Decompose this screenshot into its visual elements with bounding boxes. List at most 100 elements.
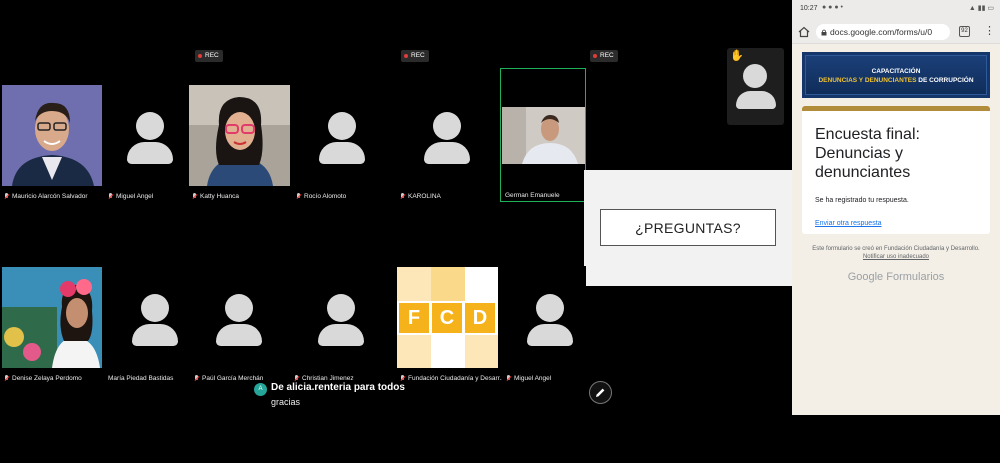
rec-dot-icon — [198, 54, 202, 58]
avatar-placeholder-body — [216, 324, 262, 346]
url-text: docs.google.com/forms/u/0 — [830, 27, 933, 37]
pencil-icon — [596, 388, 605, 397]
avatar-placeholder-icon — [327, 294, 355, 322]
mic-muted-icon — [192, 193, 197, 200]
mic-muted-icon — [108, 193, 113, 200]
participant-photo-art — [189, 85, 290, 186]
participant-name: Denise Zelaya Perdomo — [4, 375, 82, 382]
participant-name: Christian Jimenez — [294, 375, 354, 382]
participant-tile[interactable]: María Piedad Bastidas — [104, 266, 190, 384]
banner-highlight: DENUNCIAS Y DENUNCIANTES — [818, 77, 917, 84]
mic-muted-icon — [294, 375, 299, 382]
fcd-letter: C — [439, 307, 455, 329]
banner-title-bottom: DENUNCIAS Y DENUNCIANTES DE CORRUPCIÓN — [806, 77, 986, 84]
raised-hand-tile[interactable]: ✋ — [727, 48, 784, 125]
participant-name: Rocío Alomoto — [296, 193, 346, 200]
participant-tile[interactable]: Paúl García Merchán — [190, 266, 290, 384]
rec-badge: REC — [195, 50, 223, 62]
participant-tile[interactable]: Christian Jimenez — [290, 266, 394, 384]
address-bar[interactable]: docs.google.com/forms/u/0 — [816, 24, 950, 40]
rec-dot-icon — [404, 54, 408, 58]
mic-muted-icon — [4, 375, 9, 382]
more-menu-icon[interactable]: ⋮ — [984, 24, 995, 38]
notification-icons: ● ● ● • — [822, 4, 843, 11]
tabs-count-icon[interactable]: 92 — [959, 26, 970, 37]
browser-toolbar: docs.google.com/forms/u/0 92 ⋮ — [792, 20, 1000, 44]
participant-tile[interactable]: Mauricio Alarcón Salvador — [0, 84, 104, 202]
participant-name: Fundación Ciudadanía y Desarr... — [400, 375, 505, 382]
participant-name: Katty Huanca — [192, 193, 239, 200]
participant-tile[interactable]: Katty Huanca — [188, 84, 292, 202]
rec-dot-icon — [593, 54, 597, 58]
participant-tile[interactable]: Miguel Angel — [104, 84, 190, 202]
participant-tile[interactable]: Miguel Angel — [502, 266, 586, 384]
avatar-placeholder-icon — [328, 112, 356, 140]
banner-title-top: CAPACITACIÓN — [871, 68, 921, 75]
participant-name: Miguel Angel — [108, 193, 153, 200]
rec-badge: REC — [590, 50, 618, 62]
avatar-placeholder-body — [424, 142, 470, 164]
mic-muted-icon — [400, 375, 405, 382]
mic-muted-icon — [194, 375, 199, 382]
home-icon[interactable] — [798, 26, 810, 38]
participant-photo-art — [502, 107, 585, 164]
participant-photo — [2, 267, 102, 368]
avatar-placeholder-icon — [743, 64, 767, 88]
participant-photo-art — [2, 85, 102, 186]
status-bar: 10:27 ● ● ● • ▲ ▮▮ ▭ — [792, 0, 1000, 20]
avatar-placeholder-body — [132, 324, 178, 346]
report-abuse-link[interactable]: Notificar uso inadecuado — [792, 254, 1000, 260]
avatar-placeholder-body — [319, 142, 365, 164]
fcd-logo: F C D — [397, 267, 498, 368]
avatar-placeholder-icon — [433, 112, 461, 140]
banner-rest: DE CORRUPCIÓN — [916, 77, 974, 84]
slide-title: ¿PREGUNTAS? — [600, 209, 776, 246]
participant-tile[interactable]: Denise Zelaya Perdomo — [0, 266, 104, 384]
send-another-response-link[interactable]: Enviar otra respuesta — [815, 220, 882, 227]
lock-icon — [821, 29, 827, 36]
participant-name: Mauricio Alarcón Salvador — [4, 193, 88, 200]
mic-muted-icon — [4, 193, 9, 200]
form-response-card: Encuesta final: Denuncias y denunciantes… — [802, 106, 990, 234]
mic-muted-icon — [506, 375, 511, 382]
mic-muted-icon — [400, 193, 405, 200]
avatar-placeholder-body — [527, 324, 573, 346]
participant-photo — [189, 85, 290, 186]
participant-photo — [502, 107, 585, 164]
avatar-placeholder-icon — [225, 294, 253, 322]
fcd-letter: D — [472, 307, 488, 329]
chat-avatar: A — [254, 383, 267, 396]
participant-name: María Piedad Bastidas — [108, 375, 174, 382]
avatar-placeholder-body — [127, 142, 173, 164]
participant-tile[interactable]: F C D Fundación Ciudadanía y Desarr... — [396, 266, 505, 384]
mic-muted-icon — [296, 193, 301, 200]
avatar-placeholder-body — [736, 91, 776, 109]
phone-screen: 10:27 ● ● ● • ▲ ▮▮ ▭ docs.google.com/for… — [792, 0, 1000, 415]
participant-photo — [2, 85, 102, 186]
avatar-placeholder-icon — [136, 112, 164, 140]
avatar-placeholder-body — [318, 324, 364, 346]
signal-battery-icon: ▲ ▮▮ ▭ — [968, 5, 994, 12]
participant-photo-art — [2, 267, 102, 368]
participant-tile[interactable]: KAROLINA — [396, 84, 500, 202]
participant-name: German Emanuele — [505, 192, 560, 199]
avatar-placeholder-icon — [536, 294, 564, 322]
participant-name: KAROLINA — [400, 193, 441, 200]
participant-name: Paúl García Merchán — [194, 375, 263, 382]
form-footer-note: Este formulario se creó en Fundación Ciu… — [812, 246, 980, 252]
rec-badge: REC — [401, 50, 429, 62]
status-time: 10:27 — [800, 5, 818, 12]
shared-slide: ¿PREGUNTAS? — [584, 170, 792, 286]
chat-message: gracias — [271, 397, 301, 407]
response-recorded-text: Se ha registrado tu respuesta. — [815, 197, 909, 204]
form-title: Encuesta final: Denuncias y denunciantes — [815, 126, 920, 181]
participant-name: Miguel Angel — [506, 375, 551, 382]
participant-tile-active[interactable]: German Emanuele — [500, 68, 586, 202]
annotate-button[interactable] — [589, 381, 612, 404]
participant-tile[interactable]: Rocío Alomoto — [292, 84, 392, 202]
fcd-letter: F — [407, 307, 421, 329]
avatar-placeholder-icon — [141, 294, 169, 322]
form-header-banner: CAPACITACIÓN DENUNCIAS Y DENUNCIANTES DE… — [802, 52, 990, 98]
chat-sender: De alicia.renteria para todos — [271, 382, 405, 393]
raised-hand-icon: ✋ — [730, 50, 744, 62]
